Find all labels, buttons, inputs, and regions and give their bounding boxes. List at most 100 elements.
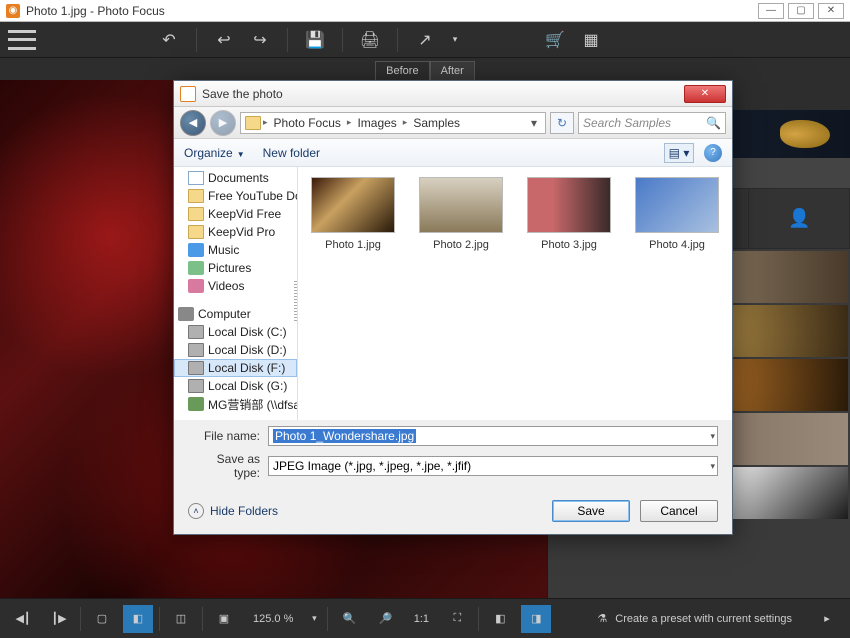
address-bar[interactable]: ▸ Photo Focus ▸ Images ▸ Samples ▾ xyxy=(240,112,546,134)
tab-before[interactable]: Before xyxy=(375,61,429,80)
help-button[interactable]: ? xyxy=(704,144,722,162)
undo-icon[interactable]: ↩ xyxy=(211,27,237,53)
tree-node[interactable]: Local Disk (G:) xyxy=(174,377,297,395)
print-icon[interactable]: 🖨 xyxy=(357,27,383,53)
disk-icon xyxy=(188,343,204,357)
refresh-button[interactable]: ↻ xyxy=(550,112,574,134)
folder-tree[interactable]: DocumentsFree YouTube DownKeepVid FreeKe… xyxy=(174,167,298,420)
nav-forward-button[interactable]: ▶ xyxy=(210,110,236,136)
tree-node[interactable]: Local Disk (F:) xyxy=(174,359,297,377)
dropdown-icon[interactable]: ▾ xyxy=(710,461,715,472)
tree-node[interactable]: Local Disk (D:) xyxy=(174,341,297,359)
panel-right-icon[interactable]: ◨ xyxy=(521,605,551,633)
collapse-panel-icon[interactable]: ▸ xyxy=(812,605,842,633)
tree-node[interactable]: Computer xyxy=(174,305,297,323)
fit-icon[interactable]: ▣ xyxy=(209,605,239,633)
dropdown-icon[interactable]: ▾ xyxy=(710,431,715,442)
tree-node[interactable]: Local Disk (C:) xyxy=(174,323,297,341)
breadcrumb-item[interactable]: Photo Focus xyxy=(270,116,345,130)
app-titlebar: ◉ Photo 1.jpg - Photo Focus — ▢ ✕ xyxy=(0,0,850,22)
zoom-out-icon[interactable]: 🔍 xyxy=(334,605,364,633)
menu-button[interactable] xyxy=(8,30,36,50)
window-minimize-button[interactable]: — xyxy=(758,3,784,19)
file-name: Photo 1.jpg xyxy=(308,239,398,251)
music-icon xyxy=(188,243,204,257)
tree-node[interactable]: MG营销部 (\\dfsa.w xyxy=(174,395,297,413)
address-dropdown-icon[interactable]: ▾ xyxy=(527,116,541,130)
hide-folders-toggle[interactable]: ˄ Hide Folders xyxy=(188,503,278,519)
saveas-type-select[interactable]: JPEG Image (*.jpg, *.jpeg, *.jpe, *.jfif… xyxy=(268,456,718,476)
share-icon[interactable]: ↗ xyxy=(412,27,438,53)
dialog-close-button[interactable]: ✕ xyxy=(684,85,726,103)
organize-menu[interactable]: Organize▼ xyxy=(184,146,245,160)
pic-icon xyxy=(188,261,204,275)
save-icon[interactable]: 💾 xyxy=(302,27,328,53)
breadcrumb-item[interactable]: Images xyxy=(353,116,400,130)
zoom-value[interactable]: 125.0 % xyxy=(245,613,301,625)
file-thumbnail xyxy=(311,177,395,233)
create-preset-button[interactable]: ⚗ Create a preset with current settings xyxy=(583,612,806,625)
save-dialog: Save the photo ✕ ◀ ▶ ▸ Photo Focus ▸ Ima… xyxy=(173,80,733,535)
flask-icon: ⚗ xyxy=(597,612,607,625)
search-input[interactable]: Search Samples 🔍 xyxy=(578,112,726,134)
file-list[interactable]: Photo 1.jpg Photo 2.jpg Photo 3.jpg Photo 4… xyxy=(298,167,732,420)
dialog-app-icon xyxy=(180,86,196,102)
file-thumbnail xyxy=(635,177,719,233)
view-mode-button[interactable]: ▤ ▾ xyxy=(664,143,694,163)
disk-icon xyxy=(188,325,204,339)
net-icon xyxy=(188,397,204,411)
window-close-button[interactable]: ✕ xyxy=(818,3,844,19)
tab-after[interactable]: After xyxy=(430,61,475,80)
folder-icon xyxy=(188,225,204,239)
file-thumbnail xyxy=(527,177,611,233)
file-thumbnail xyxy=(419,177,503,233)
tree-node[interactable]: KeepVid Free xyxy=(174,205,297,223)
file-item[interactable]: Photo 1.jpg xyxy=(308,177,398,251)
filename-input[interactable]: Photo 1_Wondershare.jpg ▾ xyxy=(268,426,718,446)
chevron-up-icon: ˄ xyxy=(188,503,204,519)
save-button[interactable]: Save xyxy=(552,500,630,522)
split-view-icon[interactable]: ◫ xyxy=(166,605,196,633)
undo-history-icon[interactable]: ↶ xyxy=(156,27,182,53)
folder-icon xyxy=(188,207,204,221)
tree-node[interactable]: Pictures xyxy=(174,259,297,277)
filename-label: File name: xyxy=(188,429,260,443)
zoom-in-icon[interactable]: 🔎 xyxy=(370,605,400,633)
resize-grip[interactable] xyxy=(294,281,298,321)
redo-icon[interactable]: ↪ xyxy=(247,27,273,53)
single-view-icon[interactable]: ▢ xyxy=(87,605,117,633)
file-name: Photo 4.jpg xyxy=(632,239,722,251)
prev-image-icon[interactable]: ◀┃ xyxy=(8,605,38,633)
zoom-dropdown-icon[interactable]: ▾ xyxy=(307,605,321,633)
tree-node[interactable]: Music xyxy=(174,241,297,259)
dialog-title: Save the photo xyxy=(202,87,283,101)
fullscreen-icon[interactable]: ⛶ xyxy=(442,605,472,633)
dialog-fields: File name: Photo 1_Wondershare.jpg ▾ Sav… xyxy=(174,420,732,488)
disk-icon xyxy=(188,361,204,375)
actual-size-icon[interactable]: 1:1 xyxy=(406,605,436,633)
folder-icon xyxy=(245,116,261,130)
cancel-button[interactable]: Cancel xyxy=(640,500,718,522)
file-item[interactable]: Photo 2.jpg xyxy=(416,177,506,251)
file-item[interactable]: Photo 3.jpg xyxy=(524,177,614,251)
tree-node[interactable]: Videos xyxy=(174,277,297,295)
nav-back-button[interactable]: ◀ xyxy=(180,110,206,136)
cart-icon[interactable]: 🛒 xyxy=(542,27,568,53)
file-name: Photo 3.jpg xyxy=(524,239,614,251)
vid-icon xyxy=(188,279,204,293)
tree-node[interactable]: KeepVid Pro xyxy=(174,223,297,241)
preset-slot-user-icon[interactable]: 👤 xyxy=(749,189,850,248)
breadcrumb-item[interactable]: Samples xyxy=(409,116,464,130)
tree-node[interactable]: Free YouTube Down xyxy=(174,187,297,205)
tree-node[interactable]: Documents xyxy=(174,169,297,187)
window-maximize-button[interactable]: ▢ xyxy=(788,3,814,19)
panel-left-icon[interactable]: ◧ xyxy=(485,605,515,633)
grid-icon[interactable]: ▦ xyxy=(578,27,604,53)
comp-icon xyxy=(178,307,194,321)
dialog-titlebar[interactable]: Save the photo ✕ xyxy=(174,81,732,107)
file-item[interactable]: Photo 4.jpg xyxy=(632,177,722,251)
new-folder-button[interactable]: New folder xyxy=(263,146,320,160)
compare-view-icon[interactable]: ◧ xyxy=(123,605,153,633)
next-image-icon[interactable]: ┃▶ xyxy=(44,605,74,633)
share-dropdown-icon[interactable]: ▾ xyxy=(448,27,462,53)
